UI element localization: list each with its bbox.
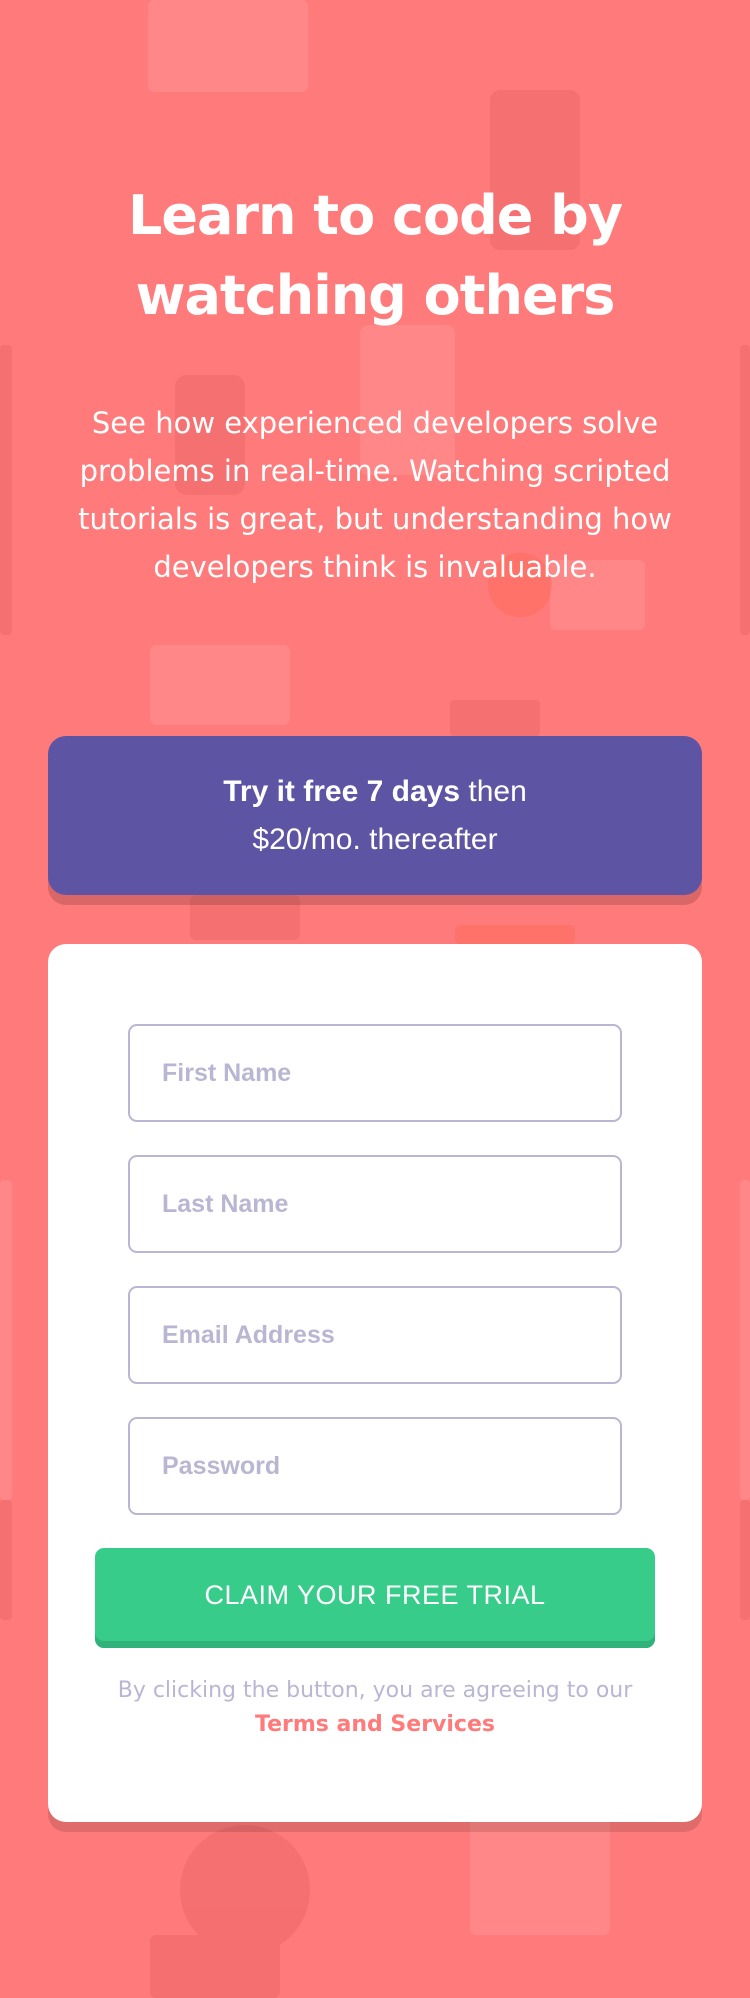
first-name-field-wrapper <box>128 1024 622 1122</box>
hero-description: See how experienced developers solve pro… <box>78 406 672 584</box>
last-name-field-wrapper <box>128 1155 622 1253</box>
trial-banner-then: then <box>460 774 527 808</box>
hero-title: Learn to code by watching others <box>0 176 750 336</box>
claim-free-trial-button[interactable]: CLAIM YOUR FREE TRIAL <box>95 1548 655 1648</box>
password-input[interactable] <box>130 1419 620 1513</box>
trial-banner-line-1: Try it free 7 days then <box>223 768 527 816</box>
terms-and-services-link[interactable]: Terms and Services <box>255 1712 495 1737</box>
hero-title-line-2: watching others <box>135 264 616 327</box>
first-name-input[interactable] <box>130 1026 620 1120</box>
trial-banner: Try it free 7 days then $20/mo. thereaft… <box>48 736 702 895</box>
email-field-wrapper <box>128 1286 622 1384</box>
signup-form: CLAIM YOUR FREE TRIAL By clicking the bu… <box>48 944 702 1822</box>
trial-banner-bold: Try it free 7 days <box>223 774 461 808</box>
terms-notice: By clicking the button, you are agreeing… <box>108 1674 642 1742</box>
email-input[interactable] <box>130 1288 620 1382</box>
signup-page: Learn to code by watching others See how… <box>0 0 750 1998</box>
trial-banner-line-2: $20/mo. thereafter <box>252 822 498 856</box>
terms-prefix: By clicking the button, you are agreeing… <box>117 1678 633 1703</box>
last-name-input[interactable] <box>130 1157 620 1251</box>
hero-title-line-1: Learn to code by <box>127 184 623 247</box>
password-field-wrapper <box>128 1417 622 1515</box>
